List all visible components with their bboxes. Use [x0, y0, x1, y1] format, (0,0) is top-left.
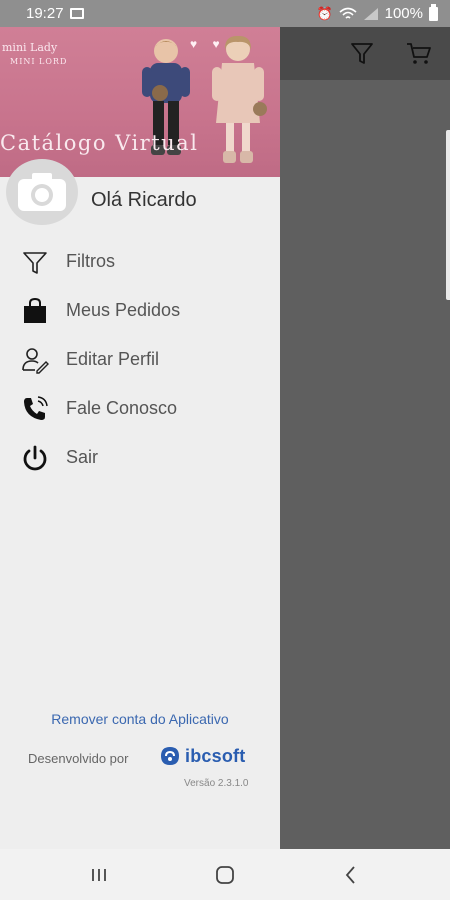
menu-item-sair[interactable]: Sair — [0, 433, 280, 482]
menu-label: Fale Conosco — [66, 398, 178, 418]
app-version: Versão 2.3.1.0 — [184, 778, 249, 789]
filter-icon — [20, 247, 50, 277]
ibcsoft-wordmark: ibcsoft — [185, 745, 246, 766]
home-icon — [216, 866, 234, 884]
menu-label: Sair — [66, 447, 99, 467]
battery-percent: 100% — [384, 5, 423, 22]
user-greeting: Olá Ricardo — [91, 189, 197, 211]
menu-item-filtros[interactable]: Filtros — [0, 237, 280, 286]
battery-icon — [429, 3, 438, 21]
back-button[interactable] — [338, 862, 364, 888]
drawer-menu: Filtros Meus Pedidos Editar Perfil Fale … — [0, 237, 280, 482]
brand-line-2: MINI LORD — [10, 57, 68, 66]
cart-icon[interactable] — [405, 39, 433, 67]
menu-item-editar-perfil[interactable]: Editar Perfil — [0, 335, 280, 384]
catalog-banner: mini Lady MINI LORD ♥ ♥ ♥ Catálogo Virtu… — [0, 27, 280, 177]
back-icon — [345, 866, 355, 884]
brand-line-1: mini Lady — [2, 41, 58, 54]
signal-icon — [363, 7, 378, 20]
ibcsoft-mark-icon — [161, 747, 179, 765]
image-notification-icon — [69, 8, 84, 19]
developed-by-label: Desenvolvido por — [28, 751, 129, 766]
home-button[interactable] — [212, 862, 238, 888]
alarm-icon: ⏰ — [316, 5, 333, 21]
phone-icon — [20, 394, 50, 424]
edit-profile-icon — [20, 345, 50, 375]
menu-label: Filtros — [66, 251, 115, 271]
status-bar: 19:27 ⏰ 100% — [0, 0, 450, 27]
ibcsoft-logo: ibcsoft — [158, 745, 245, 767]
shopping-bag-icon — [20, 296, 50, 326]
filter-icon[interactable] — [348, 39, 376, 67]
profile-avatar[interactable] — [6, 159, 78, 225]
camera-icon — [18, 173, 66, 211]
status-time: 19:27 — [26, 5, 64, 22]
navigation-drawer: mini Lady MINI LORD ♥ ♥ ♥ Catálogo Virtu… — [0, 27, 280, 849]
girl-model-image — [212, 35, 267, 163]
banner-title: Catálogo Virtual — [0, 131, 199, 155]
recent-apps-icon — [92, 869, 106, 881]
menu-label: Editar Perfil — [66, 349, 160, 369]
menu-label: Meus Pedidos — [66, 300, 181, 320]
navigation-bar — [0, 849, 450, 900]
scrollbar[interactable] — [446, 130, 450, 300]
recent-apps-button[interactable] — [86, 862, 112, 888]
wifi-icon — [339, 7, 357, 19]
menu-item-fale-conosco[interactable]: Fale Conosco — [0, 384, 280, 433]
power-icon — [20, 443, 50, 473]
remove-account-link[interactable]: Remover conta do Aplicativo — [0, 711, 280, 727]
menu-item-meus-pedidos[interactable]: Meus Pedidos — [0, 286, 280, 335]
brand-logo: mini Lady MINI LORD — [2, 41, 67, 69]
